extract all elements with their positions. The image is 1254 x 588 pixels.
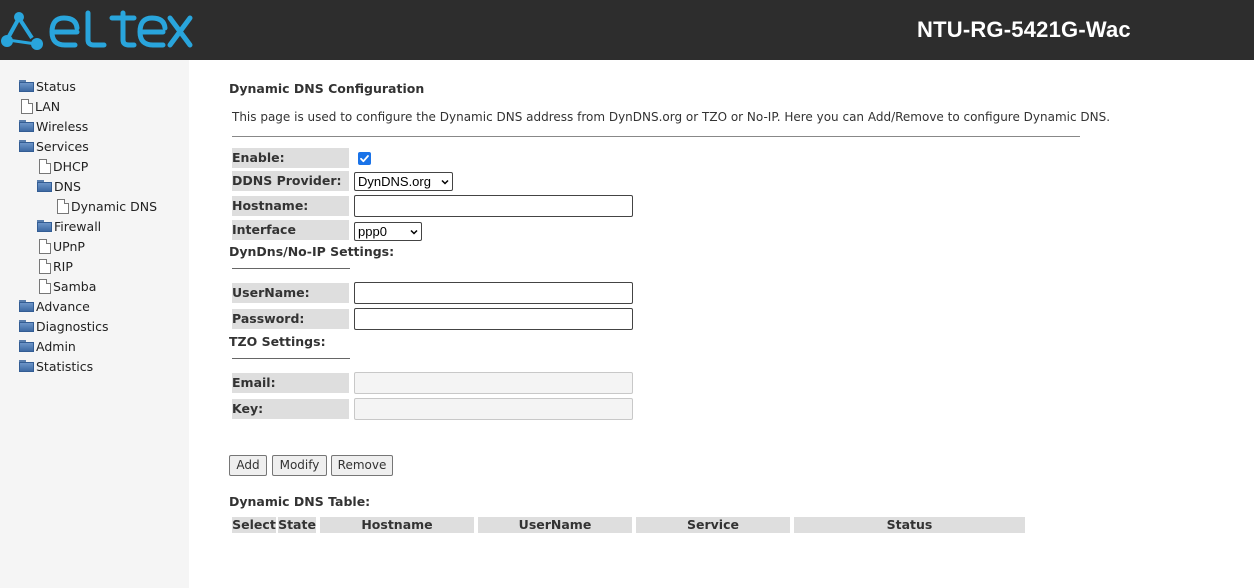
- column-header-hostname: Hostname: [320, 517, 474, 533]
- interface-value: ppp0: [358, 224, 387, 239]
- ddns-provider-label-text: DDNS Provider:: [232, 173, 342, 188]
- checkmark-icon: [360, 155, 369, 163]
- page-description: This page is used to configure the Dynam…: [232, 110, 1111, 124]
- sidebar-item-rip[interactable]: RIP: [39, 256, 73, 276]
- username-label-text: UserName:: [232, 285, 310, 300]
- document-icon: [57, 198, 69, 214]
- folder-icon: [37, 220, 52, 232]
- column-header-service: Service: [636, 517, 790, 533]
- folder-icon: [19, 120, 34, 132]
- top-header: NTU-RG-5421G-Wac: [0, 0, 1254, 60]
- document-icon: [39, 158, 51, 174]
- divider: [232, 136, 1080, 137]
- sidebar-item-wireless[interactable]: Wireless: [19, 116, 88, 136]
- sidebar-item-lan[interactable]: LAN: [21, 96, 60, 116]
- chevron-down-icon: [441, 179, 449, 185]
- folder-icon: [19, 80, 34, 92]
- column-header-username: UserName: [478, 517, 632, 533]
- sidebar-item-label: Samba: [53, 278, 97, 294]
- section-divider: [232, 268, 350, 269]
- column-header-state: State: [278, 517, 316, 533]
- sidebar-item-label: UPnP: [53, 238, 85, 254]
- enable-label-text: Enable:: [232, 150, 285, 165]
- remove-button[interactable]: Remove: [331, 455, 393, 476]
- eltex-logo: [0, 10, 196, 52]
- ddns-provider-label: DDNS Provider:: [232, 171, 349, 191]
- hostname-label: Hostname:: [232, 196, 349, 216]
- folder-icon: [19, 360, 34, 372]
- sidebar-item-label: Advance: [36, 298, 90, 314]
- password-input[interactable]: [354, 308, 633, 330]
- email-input[interactable]: [354, 372, 633, 394]
- password-label: Password:: [232, 309, 349, 329]
- document-icon: [39, 258, 51, 274]
- tzo-section-title: TZO Settings:: [229, 334, 326, 349]
- column-header-select: Select: [232, 517, 276, 533]
- enable-checkbox[interactable]: [358, 152, 371, 165]
- sidebar-item-label: Statistics: [36, 358, 94, 374]
- sidebar-item-dynamic-dns[interactable]: Dynamic DNS: [57, 196, 157, 216]
- hostname-input[interactable]: [354, 195, 633, 217]
- sidebar-item-admin[interactable]: Admin: [19, 336, 76, 356]
- email-label-text: Email:: [232, 375, 276, 390]
- sidebar-item-advance[interactable]: Advance: [19, 296, 90, 316]
- document-icon: [21, 98, 33, 114]
- sidebar-item-dhcp[interactable]: DHCP: [39, 156, 88, 176]
- ddns-table-title: Dynamic DNS Table:: [229, 494, 371, 509]
- document-icon: [39, 238, 51, 254]
- sidebar-item-diagnostics[interactable]: Diagnostics: [19, 316, 109, 336]
- sidebar-item-dns[interactable]: DNS: [37, 176, 81, 196]
- sidebar-item-upnp[interactable]: UPnP: [39, 236, 85, 256]
- add-button[interactable]: Add: [229, 455, 267, 476]
- section-divider: [232, 358, 350, 359]
- sidebar-item-firewall[interactable]: Firewall: [37, 216, 101, 236]
- key-input[interactable]: [354, 398, 633, 420]
- interface-select[interactable]: ppp0: [354, 222, 422, 241]
- device-model: NTU-RG-5421G-Wac: [917, 17, 1131, 42]
- sidebar-item-status[interactable]: Status: [19, 76, 76, 96]
- sidebar-item-label: RIP: [53, 258, 73, 274]
- key-label: Key:: [232, 399, 349, 419]
- sidebar-item-label: DNS: [54, 178, 81, 194]
- key-label-text: Key:: [232, 401, 264, 416]
- sidebar-item-samba[interactable]: Samba: [39, 276, 96, 296]
- folder-icon: [19, 340, 34, 352]
- ddns-provider-select[interactable]: DynDNS.org: [354, 172, 453, 191]
- interface-label: Interface: [232, 220, 349, 240]
- page-title: Dynamic DNS Configuration: [229, 81, 425, 96]
- sidebar-item-label: Admin: [36, 338, 76, 354]
- document-icon: [39, 278, 51, 294]
- email-label: Email:: [232, 373, 349, 393]
- sidebar-item-label: Wireless: [36, 118, 89, 134]
- username-input[interactable]: [354, 282, 633, 304]
- hostname-label-text: Hostname:: [232, 198, 309, 213]
- username-label: UserName:: [232, 283, 349, 303]
- folder-icon: [19, 140, 34, 152]
- sidebar-item-services[interactable]: Services: [19, 136, 89, 156]
- chevron-down-icon: [410, 229, 418, 235]
- interface-label-text: Interface: [232, 222, 296, 237]
- enable-label: Enable:: [232, 148, 349, 168]
- sidebar-item-label: LAN: [35, 98, 61, 114]
- sidebar-item-label: Firewall: [54, 218, 102, 234]
- folder-icon: [19, 320, 34, 332]
- sidebar-item-label: Services: [36, 138, 89, 154]
- ddns-provider-value: DynDNS.org: [358, 174, 431, 189]
- modify-button[interactable]: Modify: [272, 455, 327, 476]
- password-label-text: Password:: [232, 311, 305, 326]
- sidebar-item-label: Diagnostics: [36, 318, 109, 334]
- dyndns-section-title: DynDns/No-IP Settings:: [229, 244, 395, 259]
- sidebar-item-label: DHCP: [53, 158, 89, 174]
- folder-icon: [37, 180, 52, 192]
- sidebar-item-statistics[interactable]: Statistics: [19, 356, 93, 376]
- column-header-status: Status: [794, 517, 1025, 533]
- sidebar-item-label: Status: [36, 78, 76, 94]
- sidebar-item-label: Dynamic DNS: [71, 198, 158, 214]
- folder-icon: [19, 300, 34, 312]
- sidebar: Status LAN Wireless Services DHCP DNS Dy…: [0, 60, 189, 588]
